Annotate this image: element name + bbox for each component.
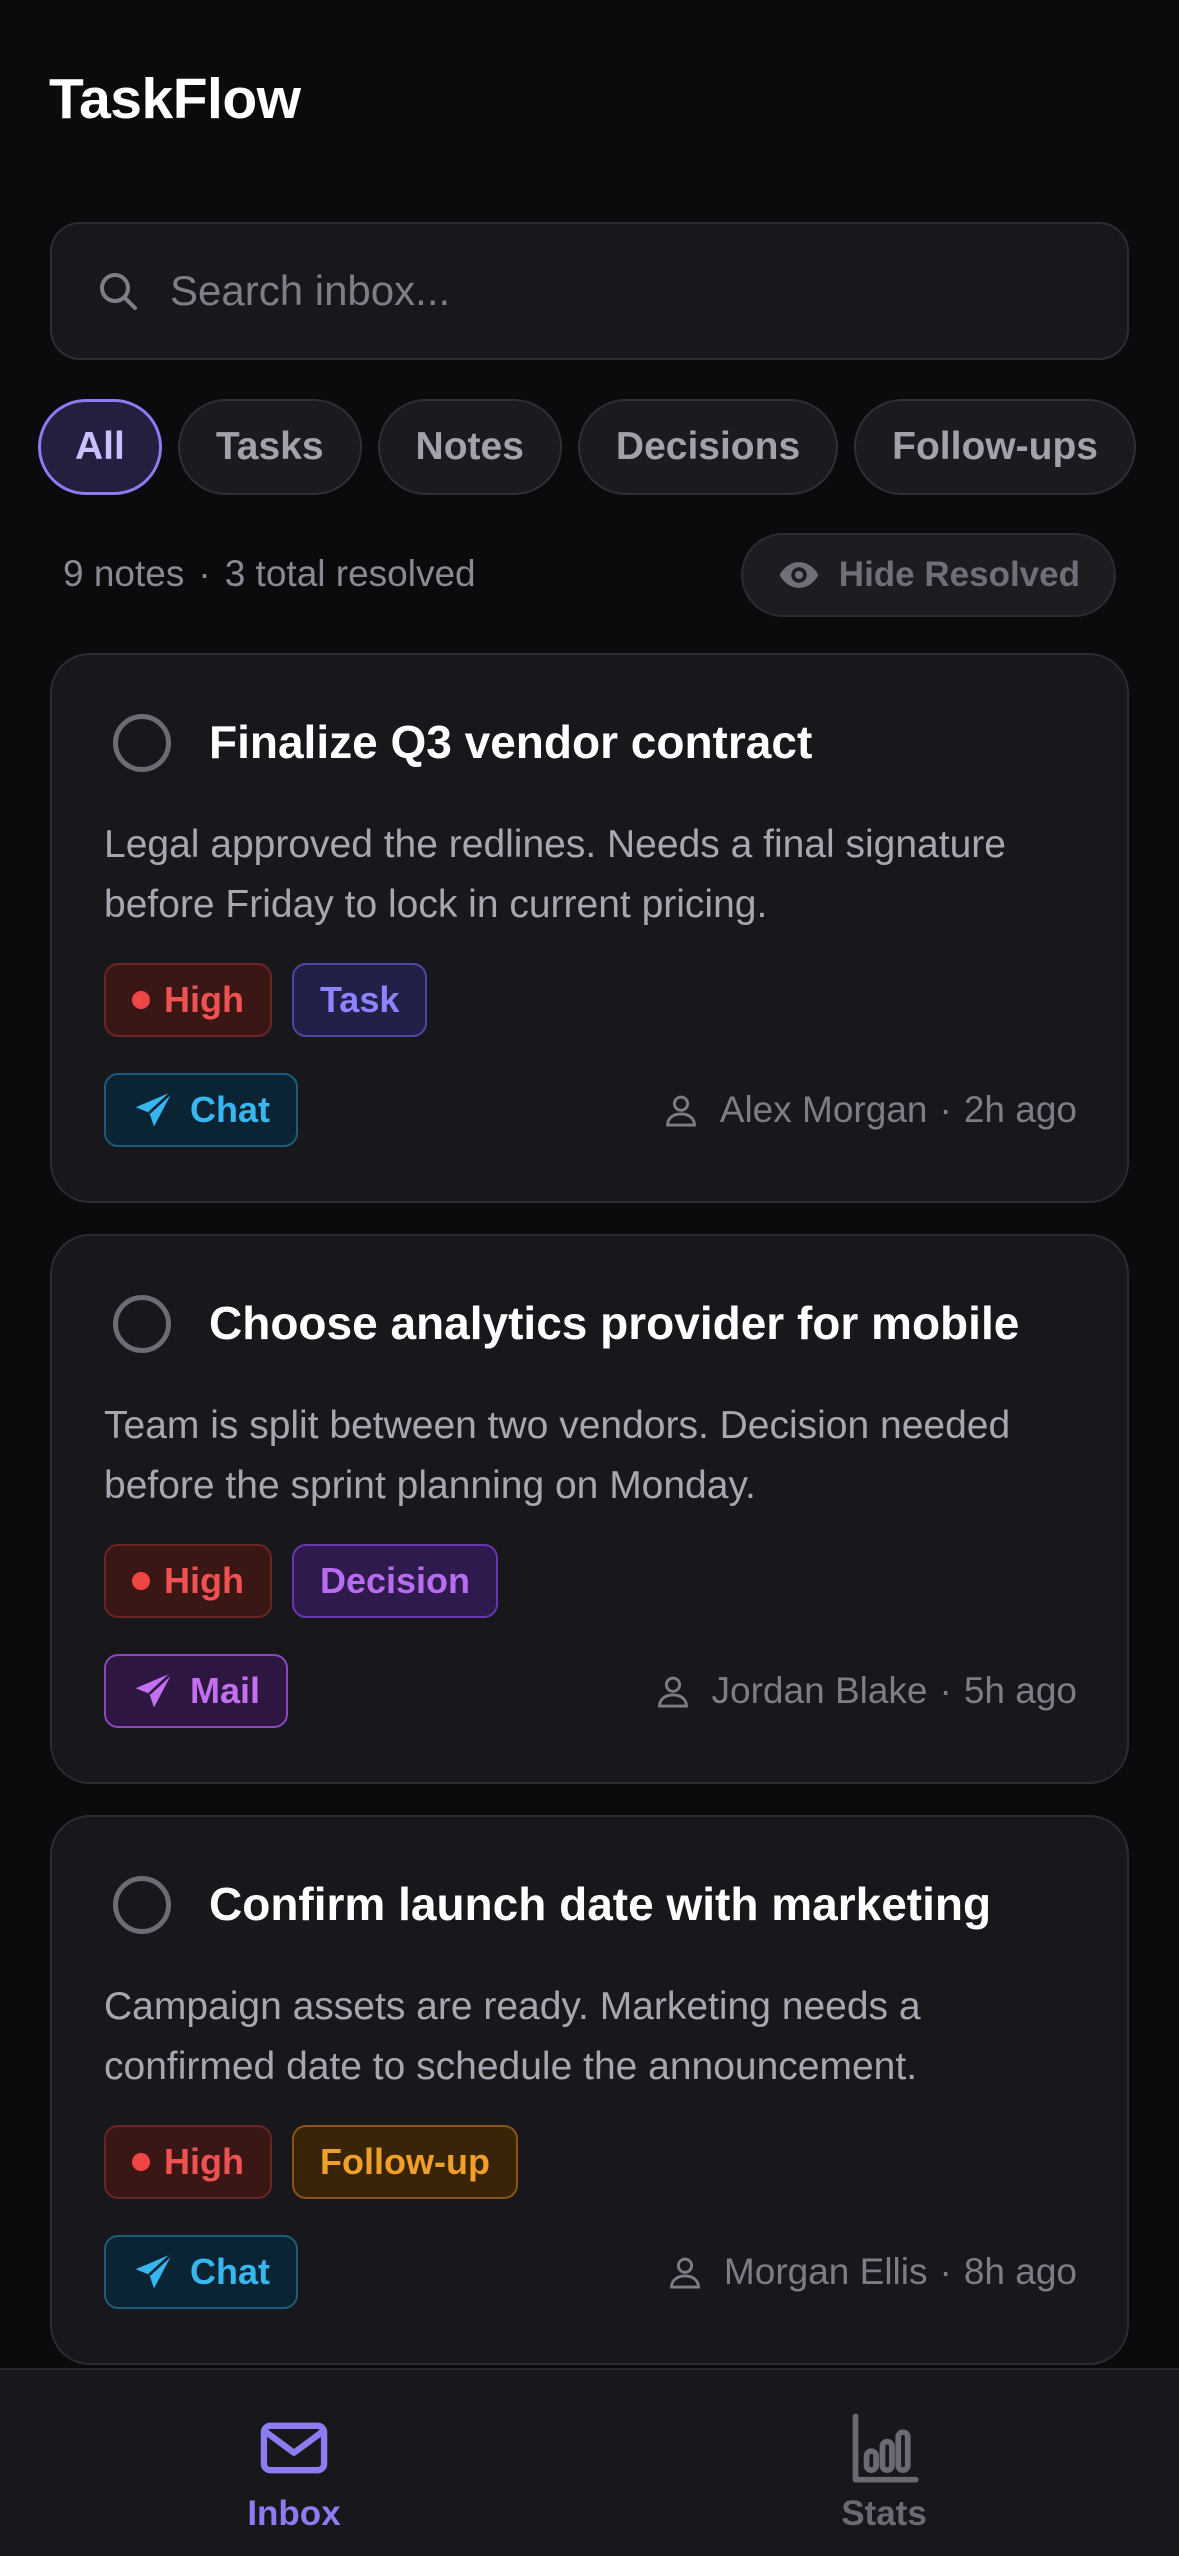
priority-badge: High <box>104 963 272 1037</box>
meta-separator: · <box>939 2251 952 2292</box>
type-badge: Decision <box>291 1544 499 1618</box>
search-icon <box>100 273 137 310</box>
card-tags: High Task <box>104 963 428 1037</box>
priority-label: High <box>164 979 244 1020</box>
search-input[interactable] <box>170 267 1070 315</box>
card-title: Confirm launch date with marketing <box>209 1878 992 1930</box>
send-icon <box>135 2252 174 2289</box>
author-name: Morgan Ellis <box>723 2251 928 2292</box>
filter-chip-follow-ups[interactable]: Follow-ups <box>854 399 1136 495</box>
filter-chips: All Tasks Notes Decisions Follow-ups <box>38 399 1136 495</box>
card-author: Alex Morgan · 2h ago <box>662 1073 1077 1147</box>
summary-separator: · <box>198 553 211 594</box>
app-root: TaskFlow All Tasks Notes Decisions Follo… <box>0 0 1179 2556</box>
summary-row: 9 notes · 3 total resolved Hide Resolved <box>63 533 1116 617</box>
hide-resolved-button[interactable]: Hide Resolved <box>740 533 1116 617</box>
priority-dot-icon <box>132 991 150 1009</box>
notes-count: 9 notes <box>63 553 185 594</box>
note-card[interactable]: Choose analytics provider for mobile Tea… <box>50 1234 1129 1784</box>
user-icon <box>665 1095 696 1127</box>
priority-label: High <box>164 1560 244 1601</box>
author-name: Alex Morgan <box>719 1089 928 1130</box>
card-tags: High Follow-up <box>104 2125 518 2199</box>
card-footer: Mail Jordan Blake · 5h ago <box>104 1654 1077 1728</box>
source-label: Chat <box>190 2251 270 2292</box>
card-footer: Chat Morgan Ellis · 8h ago <box>104 2235 1077 2309</box>
card-time: 8h ago <box>963 2251 1077 2292</box>
header: TaskFlow <box>49 66 301 132</box>
priority-badge: High <box>104 2125 272 2199</box>
type-badge: Task <box>291 963 428 1037</box>
author-name: Jordan Blake <box>711 1670 928 1711</box>
card-body: Team is split between two vendors. Decis… <box>104 1404 1011 1507</box>
card-title: Choose analytics provider for mobile <box>209 1297 1020 1349</box>
priority-dot-icon <box>132 2153 150 2171</box>
priority-badge: High <box>104 1544 272 1618</box>
resolve-checkbox[interactable] <box>113 714 171 772</box>
source-label: Chat <box>190 1089 270 1130</box>
send-icon <box>135 1671 174 1708</box>
mail-icon <box>260 2422 328 2474</box>
bottom-tab-bar: Inbox Stats <box>0 2368 1179 2556</box>
filter-chip-notes[interactable]: Notes <box>377 399 562 495</box>
card-tags: High Decision <box>104 1544 499 1618</box>
resolve-checkbox[interactable] <box>113 1876 171 1934</box>
hide-resolved-label: Hide Resolved <box>838 555 1080 594</box>
user-icon <box>657 1676 688 1708</box>
card-body: Campaign assets are ready. Marketing nee… <box>104 1985 921 2088</box>
type-badge: Follow-up <box>291 2125 518 2199</box>
source-badge: Mail <box>104 1654 289 1728</box>
card-time: 5h ago <box>963 1670 1077 1711</box>
card-author: Morgan Ellis · 8h ago <box>666 2235 1077 2309</box>
card-author: Jordan Blake · 5h ago <box>654 1654 1077 1728</box>
resolved-count: 3 total resolved <box>224 553 476 594</box>
source-badge: Chat <box>104 2235 298 2309</box>
bar-chart-icon <box>852 2413 919 2483</box>
user-icon <box>670 2257 700 2289</box>
filter-chip-all[interactable]: All <box>38 399 162 495</box>
card-body: Legal approved the redlines. Needs a fin… <box>104 823 1006 926</box>
note-card[interactable]: Confirm launch date with marketing Campa… <box>50 1815 1129 2365</box>
send-icon <box>135 1090 174 1127</box>
summary-counts: 9 notes · 3 total resolved <box>63 553 476 595</box>
tab-stats[interactable]: Stats <box>764 2410 1004 2534</box>
meta-separator: · <box>939 1670 952 1711</box>
source-badge: Chat <box>104 1073 298 1147</box>
tab-inbox-label: Inbox <box>247 2494 341 2533</box>
filter-chip-decisions[interactable]: Decisions <box>577 399 839 495</box>
eye-icon <box>779 562 819 588</box>
meta-separator: · <box>939 1089 952 1130</box>
priority-dot-icon <box>132 1572 150 1590</box>
filter-chip-tasks[interactable]: Tasks <box>177 399 362 495</box>
resolve-checkbox[interactable] <box>113 1295 171 1353</box>
tab-inbox[interactable]: Inbox <box>174 2410 414 2534</box>
card-title: Finalize Q3 vendor contract <box>209 716 813 768</box>
priority-label: High <box>164 2141 244 2182</box>
tab-stats-label: Stats <box>841 2494 927 2533</box>
search-bar[interactable] <box>50 222 1129 360</box>
card-time: 2h ago <box>963 1089 1077 1130</box>
app-title: TaskFlow <box>49 67 301 131</box>
source-label: Mail <box>190 1670 261 1711</box>
card-footer: Chat Alex Morgan · 2h ago <box>104 1073 1077 1147</box>
note-card[interactable]: Finalize Q3 vendor contract Legal approv… <box>50 653 1129 1203</box>
